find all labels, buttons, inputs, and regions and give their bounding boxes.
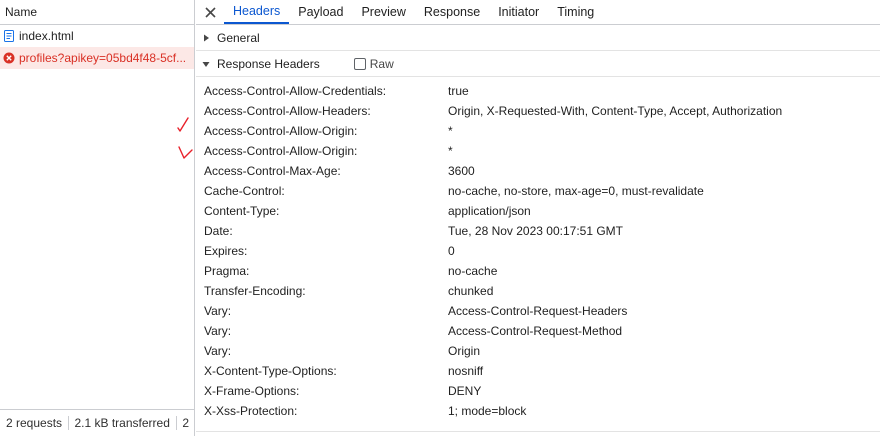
header-row[interactable]: Access-Control-Allow-Headers: Origin, X-… (196, 101, 880, 121)
header-name: Transfer-Encoding: (204, 284, 306, 298)
request-item-index[interactable]: index.html (0, 25, 194, 47)
response-headers-section-header[interactable]: Response Headers Raw (196, 51, 880, 77)
request-detail-panel: Headers Payload Preview Response Initiat… (196, 0, 880, 436)
header-value: Tue, 28 Nov 2023 00:17:51 GMT (448, 224, 623, 238)
header-row[interactable]: Vary: Access-Control-Request-Headers (196, 301, 880, 321)
header-row[interactable]: Vary: Access-Control-Request-Method (196, 321, 880, 341)
header-name: Content-Type: (204, 204, 280, 218)
header-name: Access-Control-Max-Age: (204, 164, 341, 178)
header-name: X-Content-Type-Options: (204, 364, 337, 378)
response-headers-title: Response Headers (217, 56, 320, 71)
error-icon (3, 52, 15, 64)
header-value: no-cache (448, 264, 498, 278)
header-row[interactable]: Access-Control-Allow-Origin: * (196, 121, 880, 141)
network-summary-bar: 2 requests 2.1 kB transferred 2 (0, 409, 195, 436)
header-value: Access-Control-Request-Method (448, 324, 623, 338)
header-name: Vary: (204, 324, 232, 338)
header-value: 0 (448, 244, 455, 258)
header-value: chunked (448, 284, 494, 298)
general-section-header[interactable]: General (196, 25, 880, 51)
header-value: true (448, 84, 469, 98)
header-row[interactable]: X-Xss-Protection: 1; mode=block (196, 401, 880, 421)
close-icon (204, 6, 216, 18)
header-value: nosniff (448, 364, 484, 378)
raw-label: Raw (369, 56, 394, 71)
document-icon (4, 30, 14, 42)
header-name: Expires: (204, 244, 248, 258)
header-value: DENY (448, 384, 482, 398)
header-name: Access-Control-Allow-Credentials: (204, 84, 387, 98)
tab-headers[interactable]: Headers (224, 0, 290, 24)
tab-timing[interactable]: Timing (548, 0, 603, 24)
header-row[interactable]: Expires: 0 (196, 241, 880, 261)
tab-preview[interactable]: Preview (352, 0, 414, 24)
header-row[interactable]: X-Content-Type-Options: nosniff (196, 361, 880, 381)
header-value: 1; mode=block (448, 404, 527, 418)
close-button[interactable] (196, 0, 224, 24)
raw-checkbox[interactable] (353, 57, 366, 70)
transferred-size: 2.1 kB transferred (74, 416, 170, 430)
general-section-title: General (217, 30, 260, 45)
triangle-down-icon (202, 61, 210, 67)
request-name: profiles?apikey=05bd4f48-5cf... (19, 51, 187, 65)
name-column-header[interactable]: Name (0, 0, 194, 25)
section-divider (196, 431, 880, 432)
header-name: X-Frame-Options: (204, 384, 300, 398)
summary-overflow: 2 (182, 416, 189, 430)
header-name: Vary: (204, 344, 232, 358)
header-row[interactable]: Pragma: no-cache (196, 261, 880, 281)
header-row[interactable]: Vary: Origin (196, 341, 880, 361)
header-value: Origin (448, 344, 481, 358)
response-headers-list: Access-Control-Allow-Credentials: true A… (196, 77, 880, 421)
header-row[interactable]: Access-Control-Allow-Credentials: true (196, 81, 880, 101)
header-row[interactable]: X-Frame-Options: DENY (196, 381, 880, 401)
header-name: Access-Control-Allow-Headers: (204, 104, 371, 118)
triangle-right-icon (204, 34, 209, 41)
header-row[interactable]: Content-Type: application/json (196, 201, 880, 221)
header-value: application/json (448, 204, 531, 218)
header-name: Access-Control-Allow-Origin: (204, 124, 358, 138)
raw-toggle[interactable]: Raw (353, 56, 394, 71)
header-name: Date: (204, 224, 233, 238)
header-value: Access-Control-Request-Headers (448, 304, 628, 318)
header-value: Origin, X-Requested-With, Content-Type, … (448, 104, 783, 118)
tab-payload[interactable]: Payload (289, 0, 352, 24)
header-value: * (448, 124, 453, 138)
header-name: Cache-Control: (204, 184, 285, 198)
header-row[interactable]: Cache-Control: no-cache, no-store, max-a… (196, 181, 880, 201)
header-row[interactable]: Date: Tue, 28 Nov 2023 00:17:51 GMT (196, 221, 880, 241)
header-row[interactable]: Access-Control-Max-Age: 3600 (196, 161, 880, 181)
tab-initiator[interactable]: Initiator (489, 0, 548, 24)
header-value: * (448, 144, 453, 158)
request-name: index.html (19, 29, 74, 43)
header-value: 3600 (448, 164, 475, 178)
header-name: X-Xss-Protection: (204, 404, 298, 418)
header-value: no-cache, no-store, max-age=0, must-reva… (448, 184, 704, 198)
request-list-panel: Name index.html profiles?apikey=05bd4f48… (0, 0, 195, 436)
header-name: Vary: (204, 304, 232, 318)
header-name: Access-Control-Allow-Origin: (204, 144, 358, 158)
tab-response[interactable]: Response (415, 0, 489, 24)
request-item-profiles[interactable]: profiles?apikey=05bd4f48-5cf... (0, 47, 194, 69)
header-name: Pragma: (204, 264, 250, 278)
request-count: 2 requests (6, 416, 63, 430)
detail-tabbar: Headers Payload Preview Response Initiat… (196, 0, 880, 25)
header-row[interactable]: Transfer-Encoding: chunked (196, 281, 880, 301)
header-row[interactable]: Access-Control-Allow-Origin: * (196, 141, 880, 161)
